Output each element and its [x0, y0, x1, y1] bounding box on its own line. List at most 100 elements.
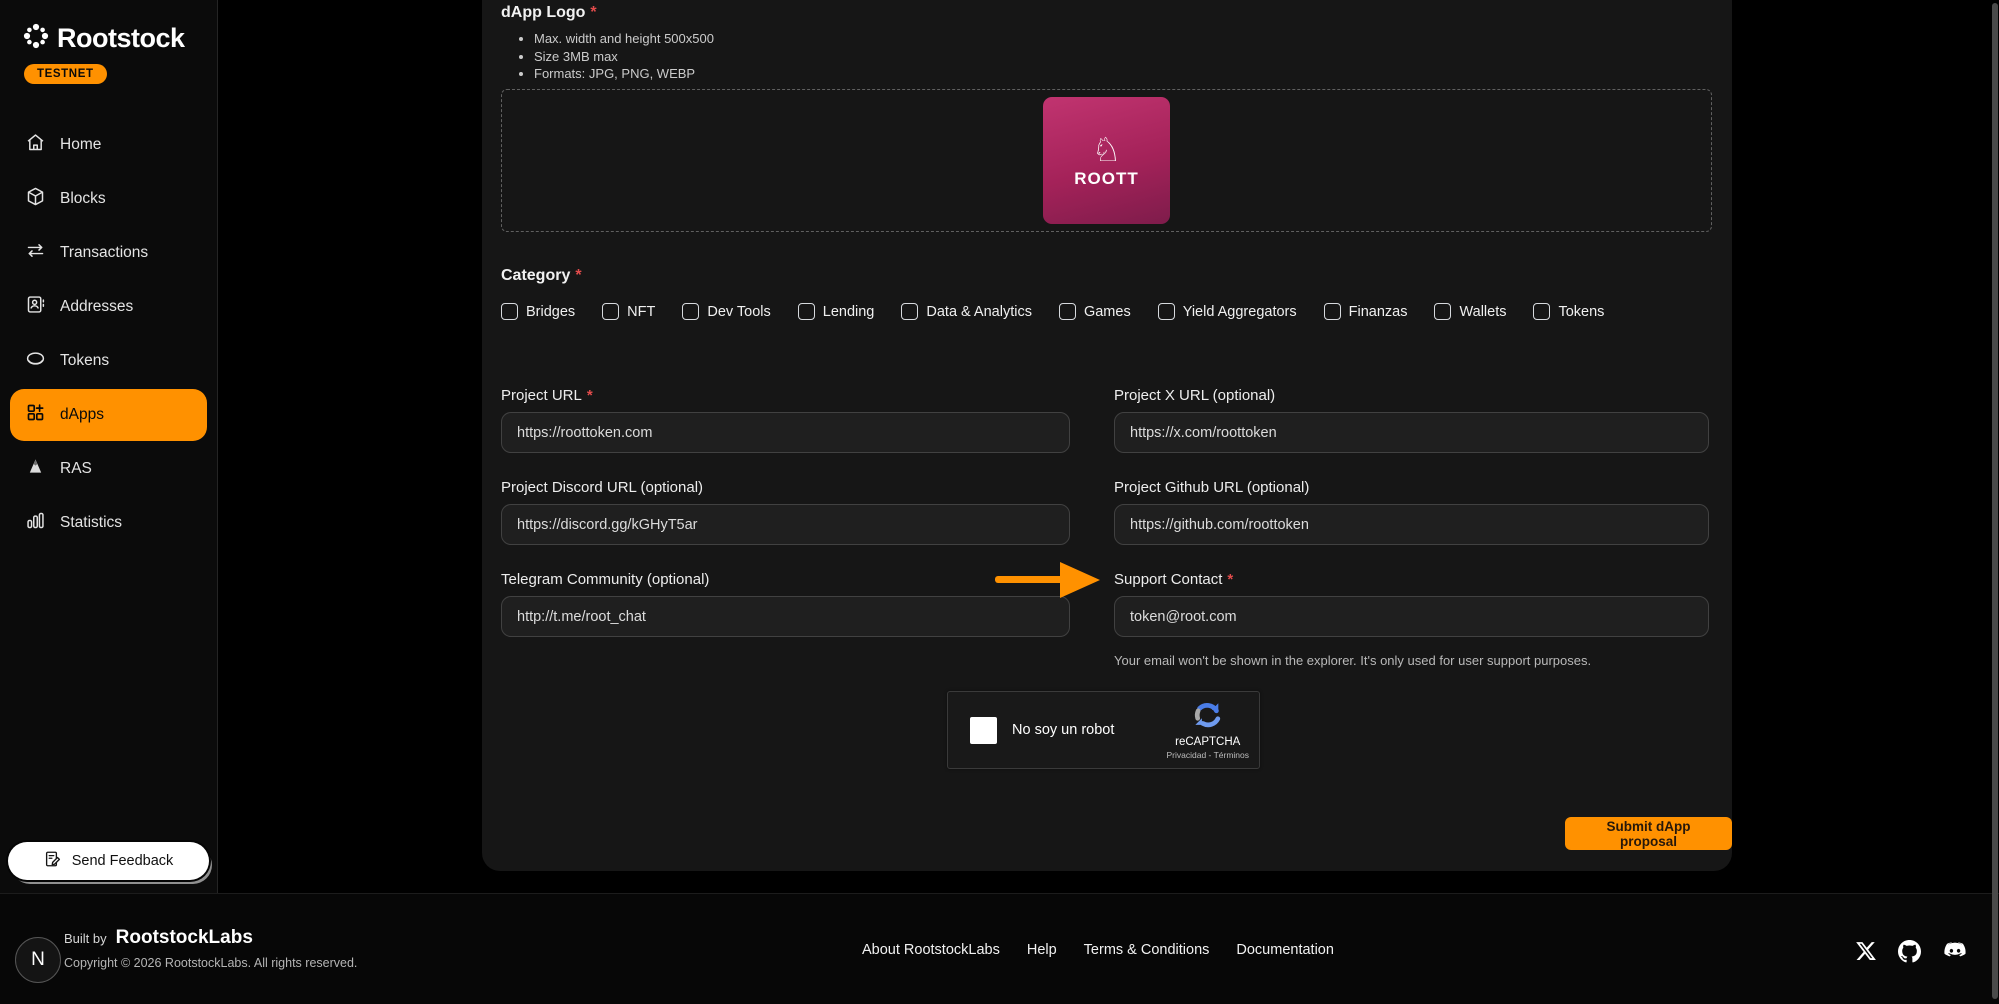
footer-built-by-block: Built by RootstockLabs Copyright © 2026 …	[64, 927, 357, 970]
footer-link[interactable]: Documentation	[1236, 942, 1334, 958]
sidebar-item-statistics[interactable]: Statistics	[0, 496, 217, 550]
cube-icon	[25, 186, 46, 212]
support-contact-helper-text: Your email won't be shown in the explore…	[1114, 653, 1591, 668]
logo-requirement-item: Formats: JPG, PNG, WEBP	[534, 65, 714, 83]
coin-icon	[25, 348, 46, 374]
github-icon[interactable]	[1898, 940, 1921, 968]
category-checkbox-label: Games	[1084, 304, 1131, 320]
category-checkbox[interactable]: Games	[1059, 303, 1131, 320]
sidebar-item-tokens[interactable]: Tokens	[0, 334, 217, 388]
sidebar: Rootstock TESTNET Home Blocks Transactio…	[0, 0, 218, 893]
checkbox-unchecked[interactable]	[1158, 303, 1175, 320]
telegram-community-label: Telegram Community (optional)	[501, 571, 1070, 588]
category-checkbox-label: Dev Tools	[707, 304, 770, 320]
dapp-logo-section-title: dApp Logo*	[501, 4, 597, 22]
recaptcha-checkbox[interactable]	[970, 717, 997, 744]
checkbox-unchecked[interactable]	[1533, 303, 1550, 320]
logo-preview-text: ROOTT	[1074, 169, 1139, 189]
swap-arrows-icon	[25, 240, 46, 266]
rootstock-logo[interactable]: Rootstock	[0, 0, 217, 55]
logo-requirement-item: Max. width and height 500x500	[534, 30, 714, 48]
sidebar-item-home[interactable]: Home	[0, 118, 217, 172]
category-checkbox[interactable]: Data & Analytics	[901, 303, 1032, 320]
category-checkbox[interactable]: Yield Aggregators	[1158, 303, 1297, 320]
category-checkbox[interactable]: NFT	[602, 303, 655, 320]
page-scrollbar[interactable]	[1992, 3, 1998, 999]
project-discord-url-input[interactable]	[501, 504, 1070, 545]
sidebar-item-blocks[interactable]: Blocks	[0, 172, 217, 226]
recaptcha-brand-name: reCAPTCHA	[1175, 736, 1240, 748]
logo-requirement-item: Size 3MB max	[534, 48, 714, 66]
recaptcha-brand: reCAPTCHA Privacidad - Términos	[1166, 700, 1249, 760]
logo-requirements-list: Max. width and height 500x500Size 3MB ma…	[520, 30, 714, 83]
sidebar-item-dapps[interactable]: dApps	[10, 389, 207, 441]
footer-link[interactable]: About RootstockLabs	[862, 942, 1000, 958]
footer-link[interactable]: Terms & Conditions	[1084, 942, 1210, 958]
sidebar-item-addresses[interactable]: Addresses	[0, 280, 217, 334]
logo-preview-tile: ♘ ROOTT	[1043, 97, 1170, 224]
telegram-community-input[interactable]	[501, 596, 1070, 637]
category-checkbox-label: Bridges	[526, 304, 575, 320]
sidebar-item-transactions[interactable]: Transactions	[0, 226, 217, 280]
project-github-url-input[interactable]	[1114, 504, 1709, 545]
submit-dapp-proposal-button[interactable]: Submit dApp proposal	[1565, 817, 1732, 850]
category-checkbox[interactable]: Lending	[798, 303, 875, 320]
recaptcha-label: No soy un robot	[1012, 722, 1114, 738]
project-url-input[interactable]	[501, 412, 1070, 453]
checkbox-unchecked[interactable]	[1434, 303, 1451, 320]
send-feedback-label: Send Feedback	[72, 853, 174, 869]
category-checkbox[interactable]: Dev Tools	[682, 303, 770, 320]
category-checkbox-label: Data & Analytics	[926, 304, 1032, 320]
category-checkbox-group: Bridges NFT Dev Tools Lending Data & Ana…	[501, 303, 1604, 320]
sidebar-item-ras[interactable]: RAS	[0, 442, 217, 496]
footer-social-icons	[1855, 938, 1968, 969]
rootstocklabs-wordmark[interactable]: RootstockLabs	[116, 927, 253, 949]
discord-icon[interactable]	[1942, 938, 1968, 969]
category-checkbox[interactable]: Wallets	[1434, 303, 1506, 320]
checkbox-unchecked[interactable]	[602, 303, 619, 320]
category-checkbox[interactable]: Tokens	[1533, 303, 1604, 320]
sidebar-item-label: Addresses	[60, 298, 133, 316]
project-url-label: Project URL*	[501, 387, 1070, 404]
category-checkbox-label: NFT	[627, 304, 655, 320]
annotation-arrow-shaft	[995, 576, 1063, 583]
knight-logo-icon: ♘	[1092, 133, 1122, 167]
checkbox-unchecked[interactable]	[1324, 303, 1341, 320]
category-checkbox-label: Yield Aggregators	[1183, 304, 1297, 320]
sidebar-item-label: dApps	[60, 406, 104, 424]
recaptcha-widget: No soy un robot reCAPTCHA Privacidad - T…	[947, 691, 1260, 769]
n-floating-badge[interactable]: N	[15, 937, 61, 983]
checkbox-unchecked[interactable]	[501, 303, 518, 320]
support-contact-input[interactable]	[1114, 596, 1709, 637]
apps-grid-icon	[25, 402, 46, 428]
copyright-text: Copyright © 2026 RootstockLabs. All righ…	[64, 956, 357, 970]
project-discord-url-label: Project Discord URL (optional)	[501, 479, 1070, 496]
checkbox-unchecked[interactable]	[1059, 303, 1076, 320]
checkbox-unchecked[interactable]	[682, 303, 699, 320]
checkbox-unchecked[interactable]	[798, 303, 815, 320]
home-icon	[25, 132, 46, 158]
project-x-url-label: Project X URL (optional)	[1114, 387, 1709, 404]
category-checkbox[interactable]: Finanzas	[1324, 303, 1408, 320]
contact-card-icon	[25, 294, 46, 320]
project-x-url-input[interactable]	[1114, 412, 1709, 453]
edit-note-icon	[44, 850, 62, 872]
required-asterisk: *	[590, 4, 596, 21]
send-feedback-button[interactable]: Send Feedback	[8, 842, 209, 880]
sidebar-item-label: Home	[60, 136, 101, 154]
sidebar-item-label: Tokens	[60, 352, 109, 370]
category-checkbox[interactable]: Bridges	[501, 303, 575, 320]
mountain-icon	[25, 456, 46, 482]
footer-link[interactable]: Help	[1027, 942, 1057, 958]
project-github-url-label: Project Github URL (optional)	[1114, 479, 1709, 496]
category-checkbox-label: Lending	[823, 304, 875, 320]
x-twitter-icon[interactable]	[1855, 940, 1877, 967]
required-asterisk: *	[575, 267, 581, 284]
logo-upload-dropzone[interactable]: ♘ ROOTT	[501, 89, 1712, 232]
sidebar-item-label: Blocks	[60, 190, 106, 208]
recaptcha-privacy-links[interactable]: Privacidad - Términos	[1166, 750, 1249, 760]
footer-links: About RootstockLabs Help Terms & Condition…	[862, 942, 1334, 958]
sidebar-item-label: RAS	[60, 460, 92, 478]
category-checkbox-label: Finanzas	[1349, 304, 1408, 320]
checkbox-unchecked[interactable]	[901, 303, 918, 320]
